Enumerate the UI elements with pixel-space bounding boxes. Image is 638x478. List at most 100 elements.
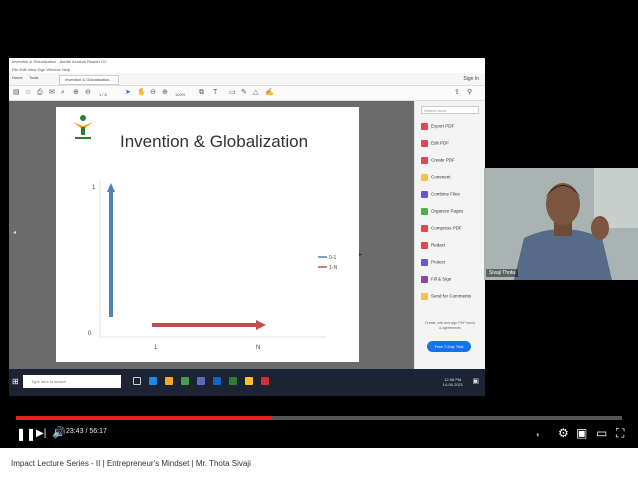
tab-tools[interactable]: Tools — [29, 75, 38, 80]
acrobat-tab-bar: Home Tools Invention & Globalization... … — [9, 73, 485, 86]
acrobat-taskbar-icon[interactable] — [261, 377, 269, 385]
page-indicator[interactable]: 1 / 8 — [99, 90, 107, 100]
video-player[interactable]: Invention & Globalization - Adobe Acroba… — [0, 0, 638, 448]
word-icon[interactable] — [213, 377, 221, 385]
pause-icon[interactable]: ❚❚ — [16, 428, 36, 440]
organize-pages-icon — [421, 208, 428, 215]
legend-label-1-n: 1-N — [329, 265, 337, 271]
acrobat-title-bar: Invention & Globalization - Adobe Acroba… — [9, 58, 485, 66]
tool-item[interactable]: Send for Comments — [421, 293, 471, 300]
windows-start-icon[interactable]: ⊞ — [12, 377, 19, 386]
fit-page-icon[interactable]: ⧉ — [199, 88, 204, 98]
tool-item[interactable]: Create PDF — [421, 157, 455, 164]
email-icon[interactable]: ✉ — [49, 88, 55, 98]
taskbar-search-input[interactable]: Type here to search — [23, 375, 121, 388]
acrobat-toolbar: ▤ ☆ ⎙ ✉ ⌕ ⊕ ⊖ 1 / 8 ➤ ✋ ⊖ ⊕ 100% ⧉ T ▭ ✎… — [9, 86, 485, 101]
x-tick-n: N — [256, 345, 260, 351]
highlight-icon[interactable]: △ — [253, 88, 258, 98]
volume-icon[interactable]: 🔊 — [52, 427, 66, 439]
previous-page-icon[interactable]: ⊕ — [73, 88, 79, 98]
zoom-level[interactable]: 100% — [175, 90, 185, 100]
tools-search-input[interactable]: Search tools — [421, 106, 479, 114]
tools-promo-text: Create, edit and sign PDF forms & agreem… — [425, 321, 475, 330]
left-panel-toggle-icon[interactable]: ◂ — [13, 229, 16, 236]
protect-icon — [421, 259, 428, 266]
tool-item[interactable]: Edit PDF — [421, 140, 449, 147]
tool-item-label: Fill & Sign — [431, 276, 452, 282]
next-page-icon[interactable]: ⊖ — [85, 88, 91, 98]
tool-item[interactable]: Combine Files — [421, 191, 460, 198]
tool-item[interactable]: Fill & Sign — [421, 276, 451, 283]
tab-document[interactable]: Invention & Globalization... — [59, 75, 119, 85]
acrobat-menu-bar[interactable]: File Edit View Sign Window Help — [9, 66, 485, 73]
next-video-icon[interactable]: ▶| — [36, 428, 46, 440]
share-icon[interactable]: ⇪ — [454, 88, 460, 98]
select-cursor-icon[interactable]: ➤ — [125, 88, 131, 98]
legend-label-0-1: 0-1 — [329, 255, 336, 261]
save-icon[interactable]: ▤ — [13, 88, 20, 98]
pen-icon[interactable]: ✎ — [241, 88, 247, 98]
windows-taskbar: ⊞ Type here to search 12:58 PM 14-06-202… — [9, 369, 485, 396]
edit-pdf-icon — [421, 140, 428, 147]
miniplayer-icon[interactable]: ▣ — [576, 427, 587, 439]
tool-item-label: Redact — [431, 242, 446, 248]
zoom-in-icon[interactable]: ⊕ — [162, 88, 168, 98]
account-icon[interactable]: ⚲ — [467, 88, 472, 98]
fullscreen-icon[interactable]: ⛶ — [616, 427, 624, 439]
sign-in-link[interactable]: Sign In — [463, 76, 479, 82]
text-edit-icon[interactable]: T — [213, 88, 217, 98]
tool-item-label: Send for Comments — [431, 293, 472, 299]
file-explorer-icon[interactable] — [165, 377, 173, 385]
task-view-icon[interactable] — [133, 377, 141, 385]
excel-icon[interactable] — [229, 377, 237, 385]
bar-1-n — [152, 323, 256, 327]
y-tick-0: 0 — [88, 331, 92, 337]
document-area[interactable]: Invention & Globalization 1 0 1 N 0-1 1-… — [9, 101, 414, 369]
tool-item-label: Compress PDF — [431, 225, 462, 231]
hand-tool-icon[interactable]: ✋ — [137, 88, 146, 98]
free-trial-button[interactable]: Free 7-Day Trial — [427, 341, 471, 352]
redact-icon — [421, 242, 428, 249]
tool-item[interactable]: Compress PDF — [421, 225, 462, 232]
edge-browser-icon[interactable] — [149, 377, 157, 385]
tool-item-label: Export PDF — [431, 123, 455, 129]
scroll-arrow-icon[interactable]: ▸ — [359, 251, 362, 258]
taskbar-date: 14-06-2021 — [442, 382, 463, 387]
player-controls: ❚❚ ▶| 🔊 23:43 / 56:17 ◐ ⚙ ▣ ▭ ⛶ — [0, 420, 638, 448]
tab-home[interactable]: Home — [12, 75, 23, 80]
bookmark-icon[interactable]: ☆ — [25, 88, 31, 98]
chrome-icon[interactable] — [181, 377, 189, 385]
combine-files-icon — [421, 191, 428, 198]
settings-gear-icon[interactable]: ⚙ — [558, 427, 569, 439]
autoplay-toggle-icon[interactable]: ◐ — [536, 429, 541, 441]
tool-item[interactable]: Organize Pages — [421, 208, 463, 215]
shared-screen: Invention & Globalization - Adobe Acroba… — [9, 58, 485, 396]
chart: 1 0 1 N 0-1 1-N — [88, 179, 337, 351]
tool-item-label: Create PDF — [431, 157, 455, 163]
create-pdf-icon — [421, 157, 428, 164]
bar-0-1 — [109, 191, 113, 317]
tool-item-label: Protect — [431, 259, 446, 265]
export-pdf-icon — [421, 123, 428, 130]
video-title: Impact Lecture Series - II | Entrepreneu… — [11, 459, 251, 468]
comment-tool-icon[interactable]: ▭ — [229, 88, 236, 98]
tool-item[interactable]: Protect — [421, 259, 445, 266]
sign-icon[interactable]: ✍ — [265, 88, 274, 98]
folder-icon[interactable] — [245, 377, 253, 385]
theater-mode-icon[interactable]: ▭ — [596, 427, 607, 439]
zoom-search-icon[interactable]: ⌕ — [61, 88, 65, 98]
send-comments-icon — [421, 293, 428, 300]
notification-icon[interactable]: ▣ — [472, 377, 479, 385]
tool-item[interactable]: Export PDF — [421, 123, 454, 130]
teams-icon[interactable] — [197, 377, 205, 385]
participant-name: Sivaji Thota — [486, 269, 519, 277]
taskbar-clock: 12:58 PM 14-06-2021 — [443, 377, 463, 387]
arrowhead-0-1 — [107, 183, 115, 192]
tool-item[interactable]: Redact — [421, 242, 445, 249]
zoom-out-icon[interactable]: ⊖ — [150, 88, 156, 98]
tool-item-label: Organize Pages — [431, 208, 464, 214]
print-icon[interactable]: ⎙ — [37, 88, 43, 98]
x-tick-1: 1 — [154, 345, 158, 351]
y-tick-1: 1 — [92, 185, 96, 191]
tool-item[interactable]: Comment — [421, 174, 451, 181]
